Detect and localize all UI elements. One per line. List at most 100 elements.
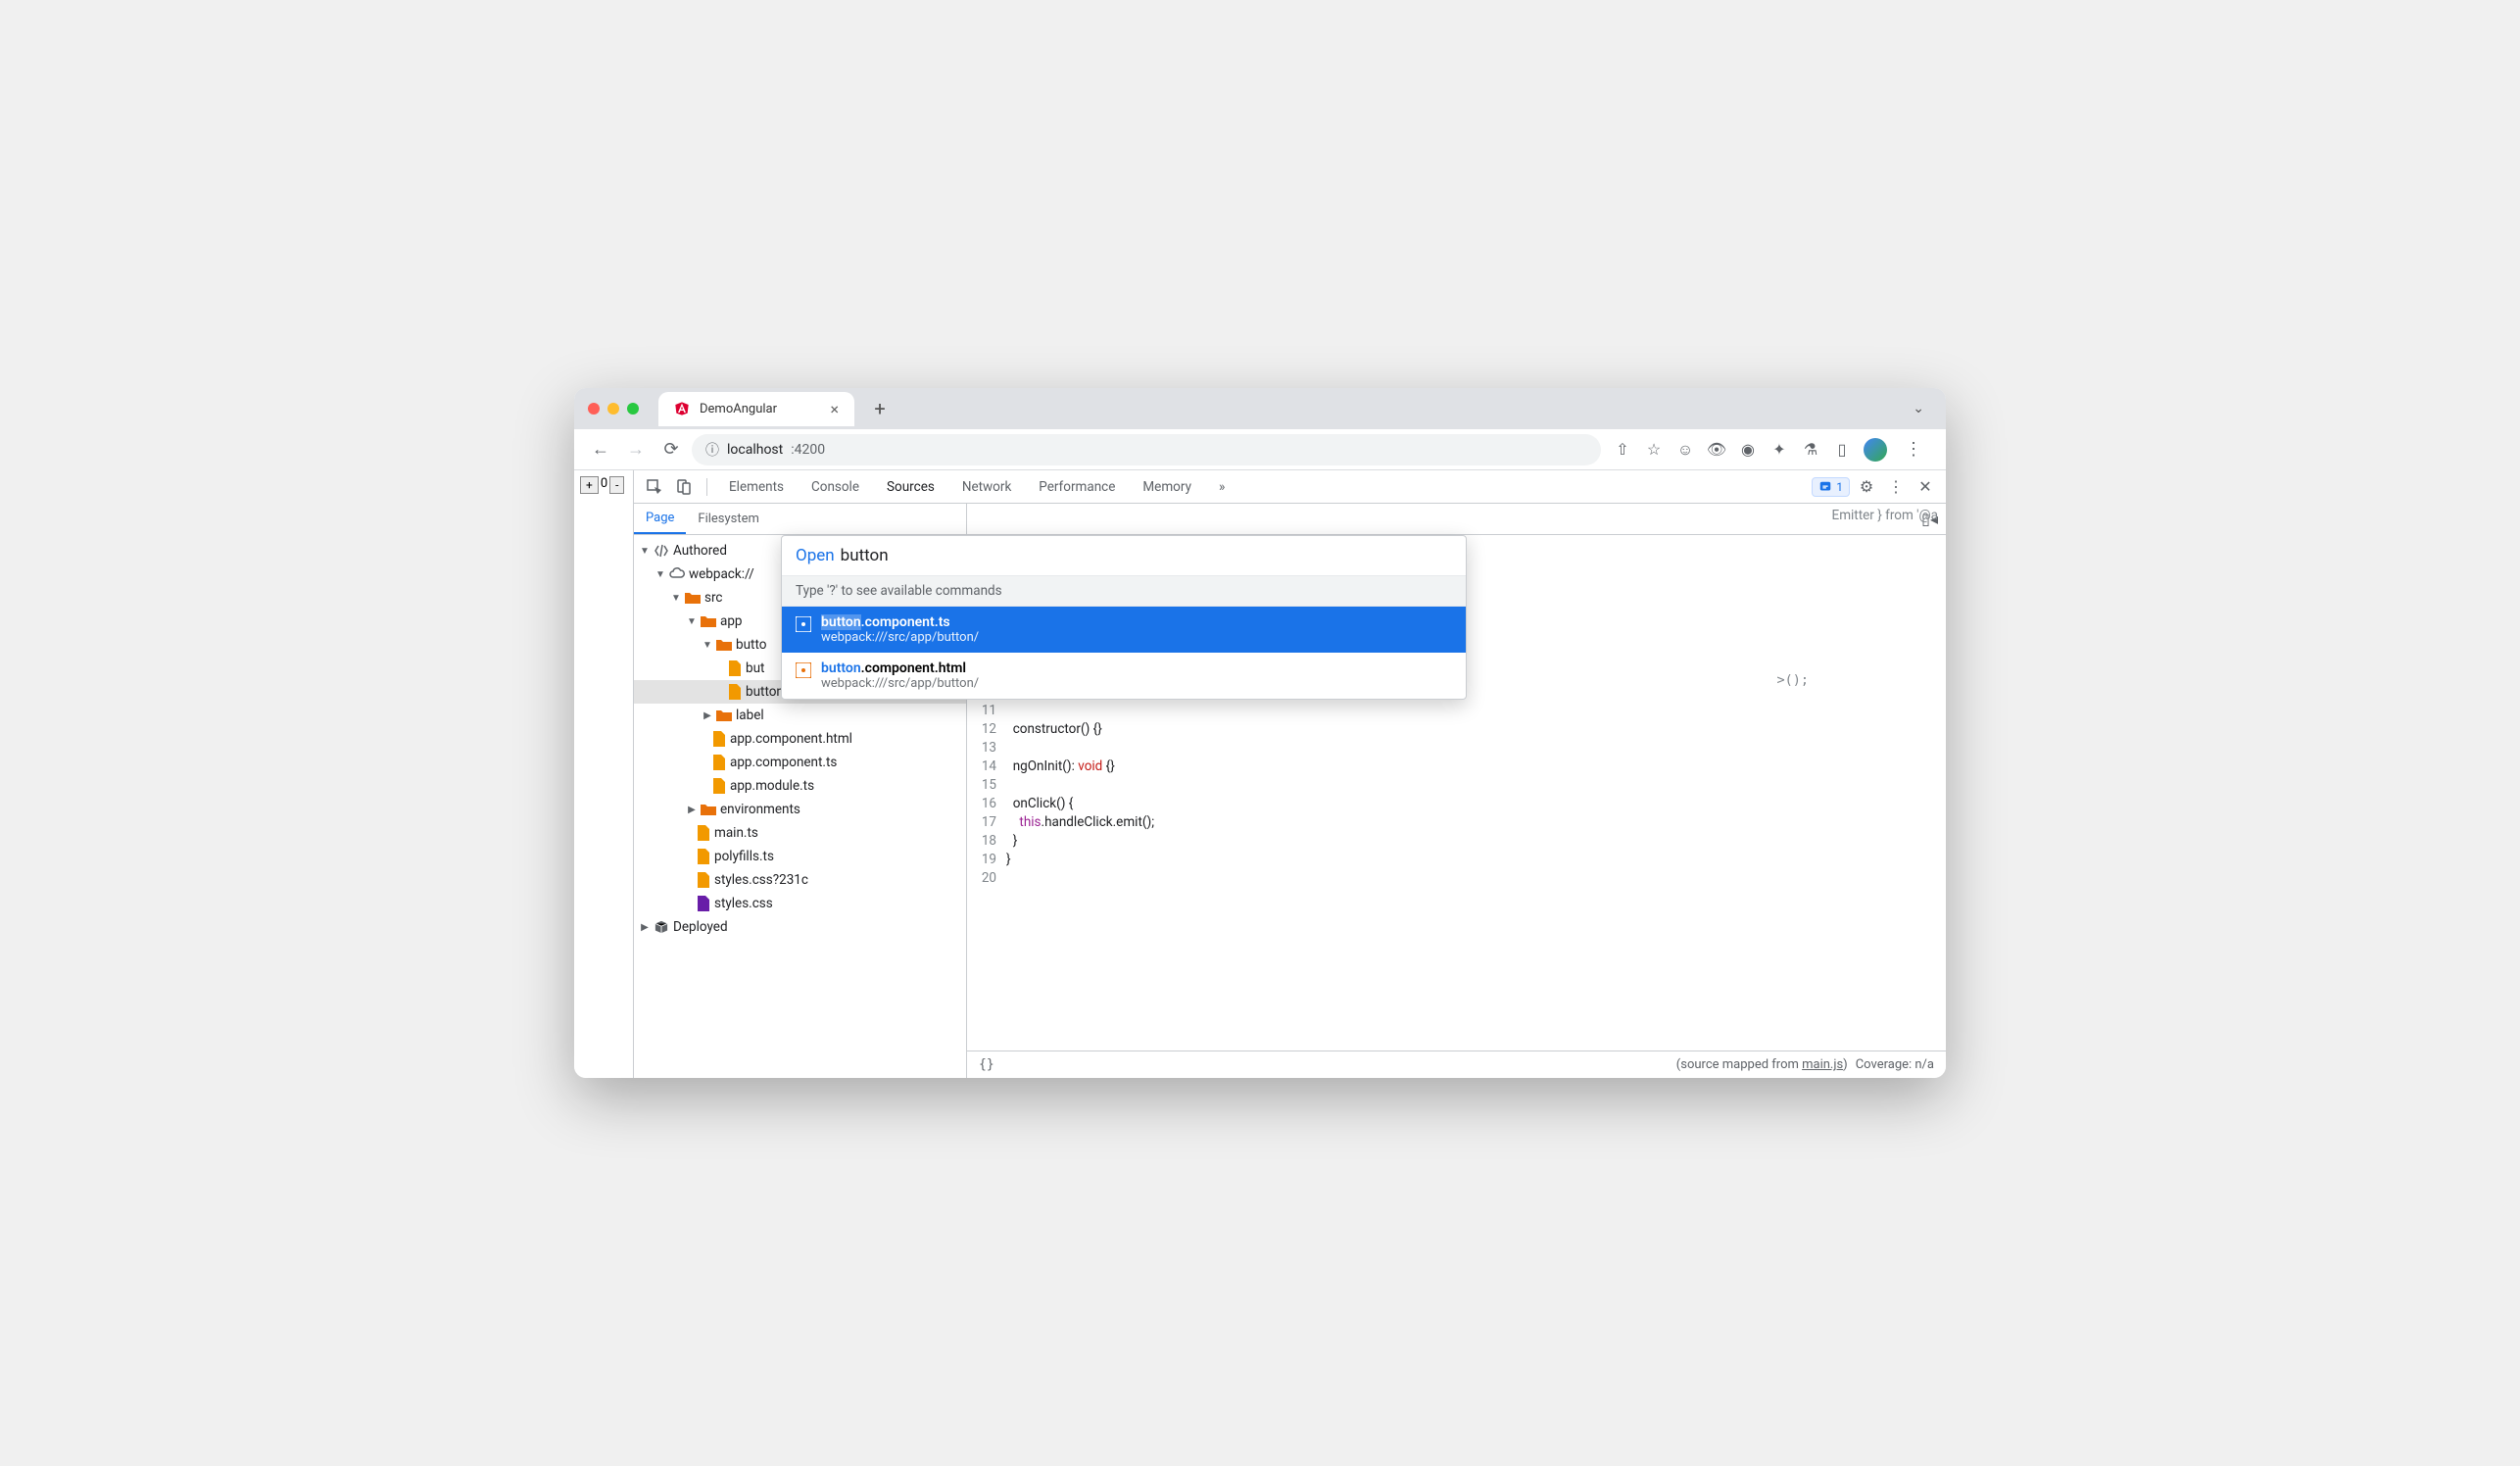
palette-open-label: Open (796, 546, 835, 565)
toolbar-icons: ⇧ ☆ ☺ 👁 ◉ ✦ ⚗ ▯ ⋮ (1607, 438, 1934, 462)
sidebar-tabs: Page Filesystem (634, 504, 966, 535)
editor-statusbar: {} (source mapped from main.js) Coverage… (967, 1051, 1946, 1078)
browser-tab[interactable]: DemoAngular × (658, 392, 854, 426)
labs-icon[interactable]: ⚗ (1801, 440, 1820, 460)
reload-button[interactable]: ⟳ (656, 435, 686, 464)
extension-icon-2[interactable]: 👁 (1707, 440, 1726, 460)
file-icon (728, 684, 742, 700)
file-icon (712, 755, 726, 770)
titlebar: DemoAngular × + ⌄ (574, 388, 1946, 429)
tab-network[interactable]: Network (950, 470, 1023, 503)
bookmark-icon[interactable]: ☆ (1644, 440, 1664, 460)
devtools-body: Page Filesystem ▼Authored ▼webpack:// ▼s… (634, 504, 1946, 1078)
code-icon (654, 544, 669, 558)
address-bar: ← → ⟳ ⓘ localhost :4200 ⇧ ☆ ☺ 👁 ◉ ✦ ⚗ ▯ ⋮ (574, 429, 1946, 470)
extensions-icon[interactable]: ✦ (1769, 440, 1789, 460)
url-input[interactable]: ⓘ localhost :4200 (692, 434, 1601, 465)
tab-elements[interactable]: Elements (717, 470, 796, 503)
pretty-print-button[interactable]: {} (979, 1057, 994, 1072)
source-map-link[interactable]: main.js (1802, 1057, 1843, 1072)
angular-icon (674, 401, 690, 416)
tree-main-ts[interactable]: main.ts (634, 821, 966, 845)
inspect-element-icon[interactable] (642, 474, 667, 500)
tabs-dropdown-icon[interactable]: ⌄ (1905, 397, 1932, 420)
url-port: :4200 (791, 442, 825, 458)
tab-console[interactable]: Console (800, 470, 871, 503)
folder-icon (701, 614, 716, 628)
tree-deployed[interactable]: ▶Deployed (634, 915, 966, 939)
folder-icon (716, 709, 732, 722)
palette-hint: Type '?' to see available commands (782, 575, 1466, 607)
file-icon (728, 660, 742, 676)
tab-close-icon[interactable]: × (830, 400, 839, 418)
maximize-window-button[interactable] (627, 403, 639, 415)
palette-item-2[interactable]: button.component.html webpack:///src/app… (782, 653, 1466, 699)
tree-polyfills[interactable]: polyfills.ts (634, 845, 966, 868)
tree-label-folder[interactable]: ▶label (634, 704, 966, 727)
issues-count: 1 (1836, 480, 1843, 494)
sidebar-tab-filesystem[interactable]: Filesystem (686, 504, 771, 534)
file-icon (712, 731, 726, 747)
forward-button[interactable]: → (621, 435, 651, 464)
palette-query-input[interactable]: button (841, 546, 889, 565)
file-icon (697, 896, 710, 911)
tree-styles[interactable]: styles.css (634, 892, 966, 915)
box-icon (654, 920, 669, 934)
extension-icon-1[interactable]: ☺ (1675, 440, 1695, 460)
cloud-icon (669, 567, 685, 581)
code-peek-line10: >(); (1776, 672, 1809, 688)
back-button[interactable]: ← (586, 435, 615, 464)
site-info-icon[interactable]: ⓘ (705, 440, 719, 460)
sidebar-tab-page[interactable]: Page (634, 504, 686, 534)
minimize-window-button[interactable] (607, 403, 619, 415)
tab-title: DemoAngular (700, 402, 777, 416)
issues-badge[interactable]: 1 (1812, 477, 1850, 497)
tree-app-ts[interactable]: app.component.ts (634, 751, 966, 774)
devtools-close-icon[interactable]: ✕ (1913, 474, 1938, 500)
tree-styles-q[interactable]: styles.css?231c (634, 868, 966, 892)
editor-tab-bar: ▯◂ (967, 504, 1946, 535)
tab-memory[interactable]: Memory (1131, 470, 1203, 503)
source-map-info: (source mapped from main.js) (1676, 1057, 1848, 1072)
tab-sources[interactable]: Sources (875, 470, 946, 503)
share-icon[interactable]: ⇧ (1613, 440, 1632, 460)
browser-window: DemoAngular × + ⌄ ← → ⟳ ⓘ localhost :4200… (574, 388, 1946, 1078)
palette-item-1[interactable]: button.component.ts webpack:///src/app/b… (782, 607, 1466, 653)
content-area: + 0 - Elements Console Sources Network P… (574, 470, 1946, 1078)
script-file-icon (796, 616, 811, 632)
tree-app-module[interactable]: app.module.ts (634, 774, 966, 798)
code-peek-line1: Emitter } from '@a (1832, 508, 1938, 523)
device-toggle-icon[interactable] (671, 474, 697, 500)
browser-menu-icon[interactable]: ⋮ (1899, 439, 1928, 460)
extension-icon-3[interactable]: ◉ (1738, 440, 1758, 460)
tree-app-html[interactable]: app.component.html (634, 727, 966, 751)
window-controls (588, 403, 639, 415)
folder-icon (701, 803, 716, 816)
tabs-overflow-icon[interactable]: » (1207, 470, 1236, 503)
file-icon (697, 872, 710, 888)
decrement-button[interactable]: - (609, 476, 624, 494)
panel-icon[interactable]: ▯ (1832, 440, 1852, 460)
url-host: localhost (727, 442, 783, 458)
folder-icon (685, 591, 701, 605)
devtools-toolbar: Elements Console Sources Network Perform… (634, 470, 1946, 504)
tree-environments[interactable]: ▶environments (634, 798, 966, 821)
folder-icon (716, 638, 732, 652)
devtools-menu-icon[interactable]: ⋮ (1883, 474, 1909, 500)
counter-value: 0 (601, 476, 607, 491)
increment-button[interactable]: + (580, 476, 599, 494)
file-icon (697, 849, 710, 864)
profile-avatar[interactable] (1864, 438, 1887, 462)
command-palette: Open button Type '?' to see available co… (781, 535, 1467, 700)
page-content: + 0 - (574, 470, 633, 1078)
script-file-icon (796, 662, 811, 678)
new-tab-button[interactable]: + (866, 395, 894, 422)
issues-icon (1818, 480, 1832, 494)
tab-performance[interactable]: Performance (1027, 470, 1127, 503)
settings-icon[interactable]: ⚙ (1854, 474, 1879, 500)
file-icon (712, 778, 726, 794)
coverage-info: Coverage: n/a (1856, 1057, 1934, 1072)
file-icon (697, 825, 710, 841)
close-window-button[interactable] (588, 403, 600, 415)
devtools-panel: Elements Console Sources Network Perform… (633, 470, 1946, 1078)
